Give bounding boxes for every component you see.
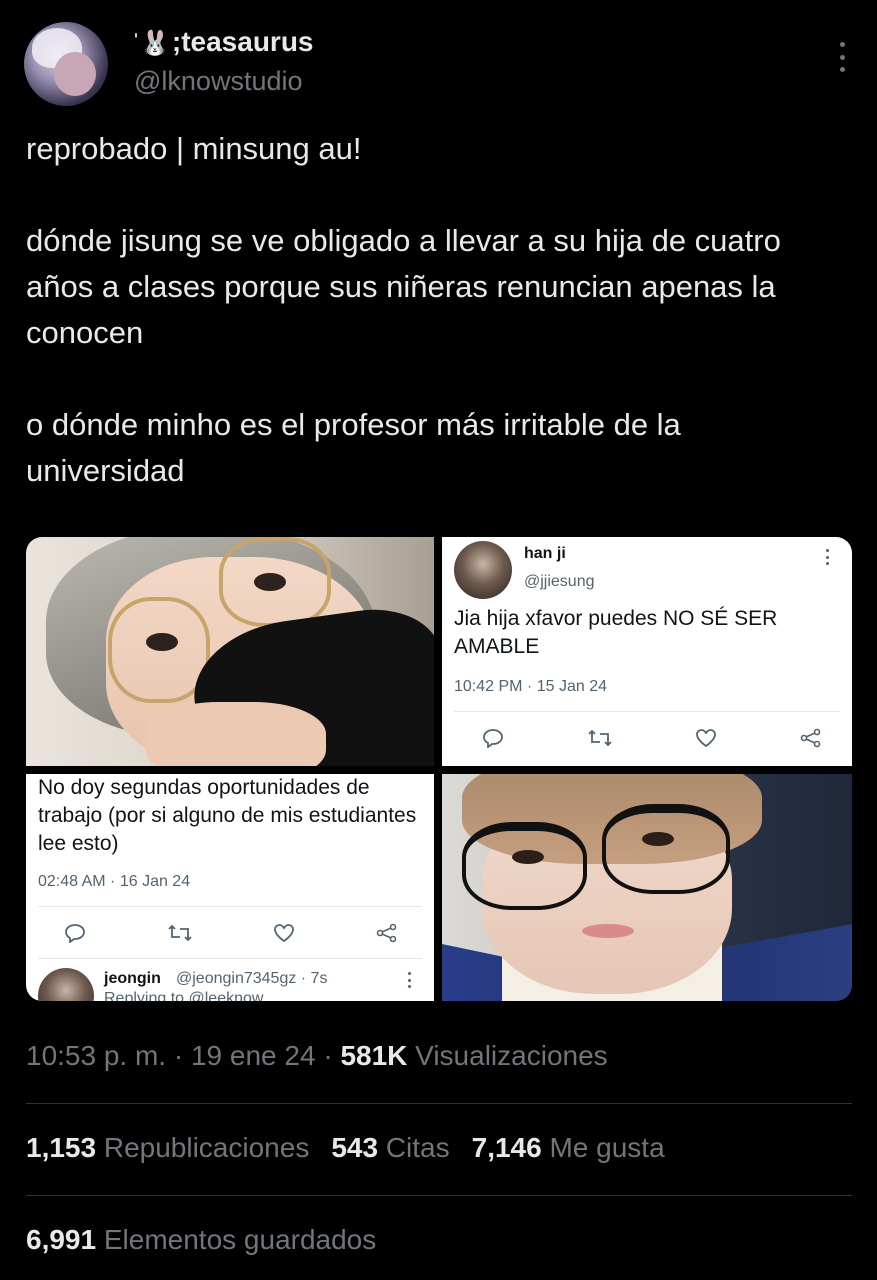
tweet-paragraph: o dónde minho es el profesor más irritab…	[26, 407, 681, 488]
reposts-stat[interactable]: 1,153 Republicaciones	[26, 1132, 309, 1163]
author-handle[interactable]: @lknowstudio	[134, 66, 303, 97]
more-options-icon[interactable]	[836, 42, 848, 72]
card-more-icon	[824, 549, 830, 565]
card-time: 02:48 AM · 16 Jan 24	[38, 873, 191, 890]
card-avatar	[454, 541, 512, 599]
display-name-text: ;teasaurus	[171, 26, 314, 57]
media-photo-2[interactable]	[442, 774, 852, 1001]
divider	[26, 1195, 852, 1196]
views-count: 581K	[340, 1040, 408, 1071]
card-text: Jia hija xfavor puedes NO SÉ SER AMABLE	[454, 607, 778, 658]
share-icon	[376, 923, 397, 943]
media-screenshot-tweet-top[interactable]: han ji @jjiesung Jia hija xfavor puedes …	[442, 537, 852, 766]
tweet-header: ˈ🐰;teasaurus @lknowstudio	[24, 20, 854, 110]
reply-note: Replying to @leeknow	[104, 990, 264, 1001]
reply-avatar	[38, 968, 94, 1001]
media-screenshot-tweet-bottom[interactable]: No doy segundas oportunidades de trabajo…	[26, 774, 434, 1001]
card-handle: @jjiesung	[524, 573, 595, 590]
author-avatar[interactable]	[24, 22, 108, 106]
bookmarks-stat[interactable]: 6,991 Elementos guardados	[26, 1224, 376, 1256]
reply-name: jeongin	[104, 970, 161, 987]
like-icon	[696, 729, 717, 748]
card-text: No doy segundas oportunidades de trabajo…	[38, 776, 417, 855]
likes-stat[interactable]: 7,146 Me gusta	[472, 1132, 665, 1163]
tweet-date[interactable]: 19 ene 24	[191, 1040, 316, 1071]
tweet-stats: 1,153 Republicaciones 543 Citas 7,146 Me g…	[26, 1132, 665, 1164]
tweet-paragraph: reprobado | minsung au!	[26, 131, 362, 166]
reply-icon	[65, 924, 85, 943]
avatar-face	[54, 52, 96, 96]
tweet-time[interactable]: 10:53 p. m.	[26, 1040, 166, 1071]
divider	[26, 1103, 852, 1104]
media-photo-1[interactable]	[26, 537, 434, 766]
reply-handle: @jeongin7345gz · 7s	[176, 970, 328, 987]
tweet-paragraph: dónde jisung se ve obligado a llevar a s…	[26, 223, 781, 350]
tweet-meta: 10:53 p. m. · 19 ene 24 · 581K Visualiza…	[26, 1040, 608, 1071]
card-name: han ji	[524, 545, 566, 562]
retweet-icon	[168, 924, 192, 942]
card-actions	[64, 923, 398, 943]
quotes-stat[interactable]: 543 Citas	[331, 1132, 449, 1163]
reply-icon	[483, 729, 503, 748]
reply-more-icon	[406, 972, 412, 988]
like-icon	[274, 924, 295, 943]
card-time: 10:42 PM · 15 Jan 24	[454, 678, 607, 695]
share-icon	[800, 728, 821, 748]
tweet-text: reprobado | minsung au! dónde jisung se …	[26, 126, 846, 494]
views-label: Visualizaciones	[407, 1040, 608, 1071]
retweet-icon	[588, 729, 612, 747]
bunny-emoji-icon: ˈ🐰	[132, 30, 170, 57]
author-display-name[interactable]: ˈ🐰;teasaurus	[132, 26, 314, 58]
media-grid: han ji @jjiesung Jia hija xfavor puedes …	[26, 537, 852, 1001]
card-actions	[482, 728, 822, 748]
